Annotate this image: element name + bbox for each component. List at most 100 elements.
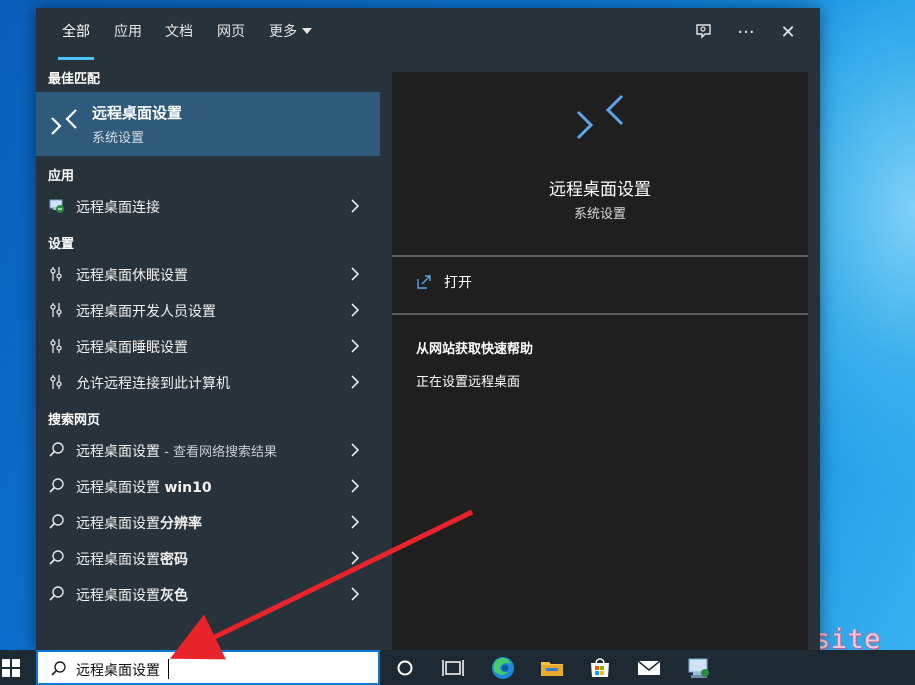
open-label: 打开 [444, 275, 472, 291]
remote-desktop-taskbar-icon[interactable] [684, 653, 714, 683]
taskbar-search-input[interactable]: 远程桌面设置 [36, 650, 380, 685]
settings-sliders-icon [50, 267, 62, 281]
divider [392, 255, 808, 257]
mail-icon[interactable] [634, 653, 664, 683]
web-item-label: 远程桌面设置分辨率 [76, 513, 202, 533]
web-item-label: 远程桌面设置 - 查看网络搜索结果 [76, 441, 277, 461]
search-icon [49, 550, 64, 565]
search-icon [49, 478, 64, 493]
feedback-icon [696, 24, 711, 39]
setting-item-hibernate[interactable]: 远程桌面休眠设置 [36, 256, 380, 292]
tab-apps[interactable]: 应用 [114, 8, 142, 60]
web-item-label: 远程桌面设置密码 [76, 549, 188, 569]
search-icon [49, 586, 64, 601]
chevron-right-icon [351, 375, 360, 389]
web-help-link[interactable]: 正在设置远程桌面 [416, 371, 520, 390]
remote-desktop-icon [576, 94, 624, 140]
setting-item-allow-remote[interactable]: 允许远程连接到此计算机 [36, 364, 380, 400]
chevron-right-icon [351, 587, 360, 601]
web-item-label: 远程桌面设置灰色 [76, 585, 188, 605]
chevron-down-icon [302, 28, 312, 34]
tab-more-label: 更多 [269, 24, 297, 40]
best-match-header: 最佳匹配 [48, 72, 101, 87]
divider [392, 313, 808, 315]
setting-item-label: 远程桌面开发人员设置 [76, 304, 216, 320]
web-item-label: 远程桌面设置 win10 [76, 477, 212, 497]
web-help-header: 从网站获取快速帮助 [416, 342, 534, 357]
tab-all[interactable]: 全部 [58, 8, 94, 60]
search-tabs-bar: 全部 应用 文档 网页 更多 ··· ✕ [36, 8, 820, 60]
text-cursor [168, 659, 169, 679]
preview-pane: 远程桌面设置 系统设置 打开 从网站获取快速帮助 正在设置远程桌面 [392, 72, 808, 650]
setting-item-sleep[interactable]: 远程桌面睡眠设置 [36, 328, 380, 364]
close-button[interactable]: ✕ [776, 22, 800, 46]
chevron-right-icon [351, 267, 360, 281]
best-match-subtitle: 系统设置 [92, 131, 145, 146]
chevron-right-icon [351, 443, 360, 457]
tab-documents[interactable]: 文档 [165, 8, 193, 60]
app-item-remote-desktop-connection[interactable]: 远程桌面连接 [36, 188, 380, 224]
tab-web[interactable]: 网页 [217, 8, 245, 60]
settings-header: 设置 [48, 237, 75, 252]
preview-subtitle: 系统设置 [573, 207, 626, 222]
web-item-win10[interactable]: 远程桌面设置 win10 [36, 468, 380, 504]
edge-icon[interactable] [488, 653, 518, 683]
best-match-title: 远程桌面设置 [92, 104, 183, 122]
feedback-button[interactable] [692, 22, 716, 46]
web-item-suggestion: 密码 [160, 552, 188, 568]
setting-item-label: 允许远程连接到此计算机 [76, 376, 230, 392]
tab-documents-label: 文档 [165, 24, 193, 40]
remote-desktop-connection-icon [49, 199, 64, 213]
remote-desktop-icon [51, 109, 77, 135]
best-match-item[interactable]: 远程桌面设置 系统设置 [36, 92, 380, 156]
windows-start-icon[interactable] [2, 659, 20, 677]
chevron-right-icon [351, 303, 360, 317]
app-item-label: 远程桌面连接 [76, 200, 160, 216]
more-options-button[interactable]: ··· [734, 22, 758, 46]
settings-sliders-icon [50, 303, 62, 317]
preview-title: 远程桌面设置 [549, 180, 651, 200]
web-item-suggestion: 分辨率 [160, 516, 202, 532]
search-input-value: 远程桌面设置 [76, 663, 160, 679]
chevron-right-icon [351, 199, 360, 213]
web-search-header: 搜索网页 [48, 413, 101, 428]
search-window: 全部 应用 文档 网页 更多 ··· ✕ 最佳匹配 远程桌面设置 系统设置 应用 [36, 8, 820, 650]
store-icon[interactable] [585, 653, 615, 683]
web-item-query: 远程桌面设置 [76, 552, 160, 568]
web-item-query: 远程桌面设置 [76, 444, 160, 460]
search-icon [51, 661, 66, 676]
web-item-password[interactable]: 远程桌面设置密码 [36, 540, 380, 576]
task-view-icon[interactable] [438, 653, 468, 683]
web-item-suggestion: win10 [164, 480, 212, 496]
chevron-right-icon [351, 551, 360, 565]
settings-sliders-icon [50, 375, 62, 389]
web-item-suggestion: 灰色 [160, 588, 188, 604]
setting-item-label: 远程桌面休眠设置 [76, 268, 188, 284]
open-button[interactable]: 打开 [392, 258, 808, 308]
web-item-view-results[interactable]: 远程桌面设置 - 查看网络搜索结果 [36, 432, 380, 468]
file-explorer-icon[interactable] [537, 653, 567, 683]
web-item-query: 远程桌面设置 [76, 588, 160, 604]
settings-sliders-icon [50, 339, 62, 353]
setting-item-label: 远程桌面睡眠设置 [76, 340, 188, 356]
tab-apps-label: 应用 [114, 24, 142, 40]
tab-web-label: 网页 [217, 24, 245, 40]
chevron-right-icon [351, 479, 360, 493]
web-item-query: 远程桌面设置 [76, 516, 160, 532]
setting-item-developer[interactable]: 远程桌面开发人员设置 [36, 292, 380, 328]
results-pane: 最佳匹配 远程桌面设置 系统设置 应用 远程桌面连接 设置 远程桌面休眠设置 远… [36, 60, 380, 650]
web-item-hint: - 查看网络搜索结果 [160, 445, 277, 460]
chevron-right-icon [351, 515, 360, 529]
cortana-icon[interactable] [390, 653, 420, 683]
taskbar: 远程桌面设置 [0, 650, 915, 685]
open-external-icon [417, 275, 431, 289]
apps-header: 应用 [48, 169, 75, 184]
chevron-right-icon [351, 339, 360, 353]
web-item-resolution[interactable]: 远程桌面设置分辨率 [36, 504, 380, 540]
search-icon [49, 514, 64, 529]
tab-more[interactable]: 更多 [269, 8, 312, 60]
search-icon [49, 442, 64, 457]
web-item-gray[interactable]: 远程桌面设置灰色 [36, 576, 380, 612]
tab-all-label: 全部 [62, 24, 90, 40]
web-item-query: 远程桌面设置 [76, 480, 165, 496]
